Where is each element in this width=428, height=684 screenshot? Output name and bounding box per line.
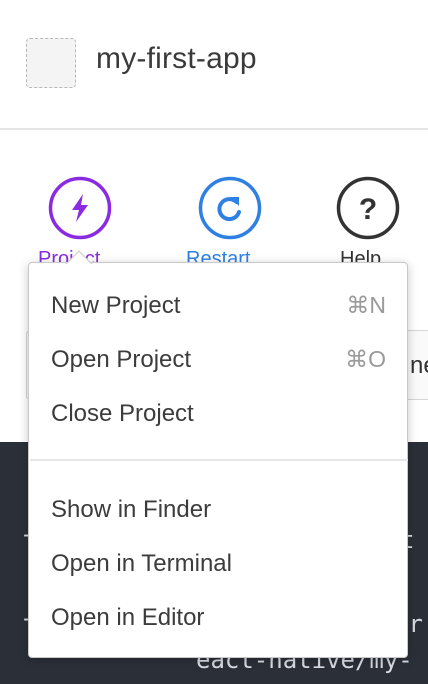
app-window: my-first-app ? Project Restart Help ne -…: [0, 0, 428, 684]
menu-item-open-in-editor[interactable]: Open in Editor: [30, 592, 408, 640]
lightning-icon: [48, 176, 112, 240]
header: my-first-app: [0, 0, 428, 128]
menu-item-show-in-finder[interactable]: Show in Finder: [30, 484, 408, 532]
menu-caret: [64, 248, 94, 264]
svg-text:?: ?: [359, 193, 377, 226]
menu-divider: [30, 459, 408, 461]
menu-shortcut: ⌘N: [346, 292, 386, 318]
refresh-icon: [198, 176, 262, 240]
restart-button[interactable]: [198, 176, 262, 240]
menu-item-label: Close Project: [51, 400, 194, 427]
menu-item-label: New Project: [51, 292, 181, 319]
menu-item-label: Show in Finder: [51, 496, 212, 523]
menu-item-label: Open in Terminal: [51, 550, 232, 577]
menu-item-open-in-terminal[interactable]: Open in Terminal: [30, 538, 408, 586]
menu-item-open-project[interactable]: Open Project ⌘O: [30, 334, 408, 382]
question-icon: ?: [336, 176, 400, 240]
menu-shortcut: ⌘O: [345, 346, 386, 372]
app-icon-placeholder[interactable]: [26, 38, 76, 88]
menu-item-new-project[interactable]: New Project ⌘N: [30, 280, 408, 328]
project-dropdown-menu: New Project ⌘N Open Project ⌘O Close Pro…: [28, 262, 408, 658]
help-button[interactable]: ?: [336, 176, 400, 240]
background-input-text: ne: [410, 352, 428, 379]
project-button[interactable]: [48, 176, 112, 240]
menu-item-close-project[interactable]: Close Project: [30, 388, 408, 436]
menu-item-label: Open Project: [51, 346, 192, 373]
header-divider: [0, 128, 428, 130]
menu-item-label: Open in Editor: [51, 604, 205, 631]
app-title: my-first-app: [96, 42, 257, 75]
